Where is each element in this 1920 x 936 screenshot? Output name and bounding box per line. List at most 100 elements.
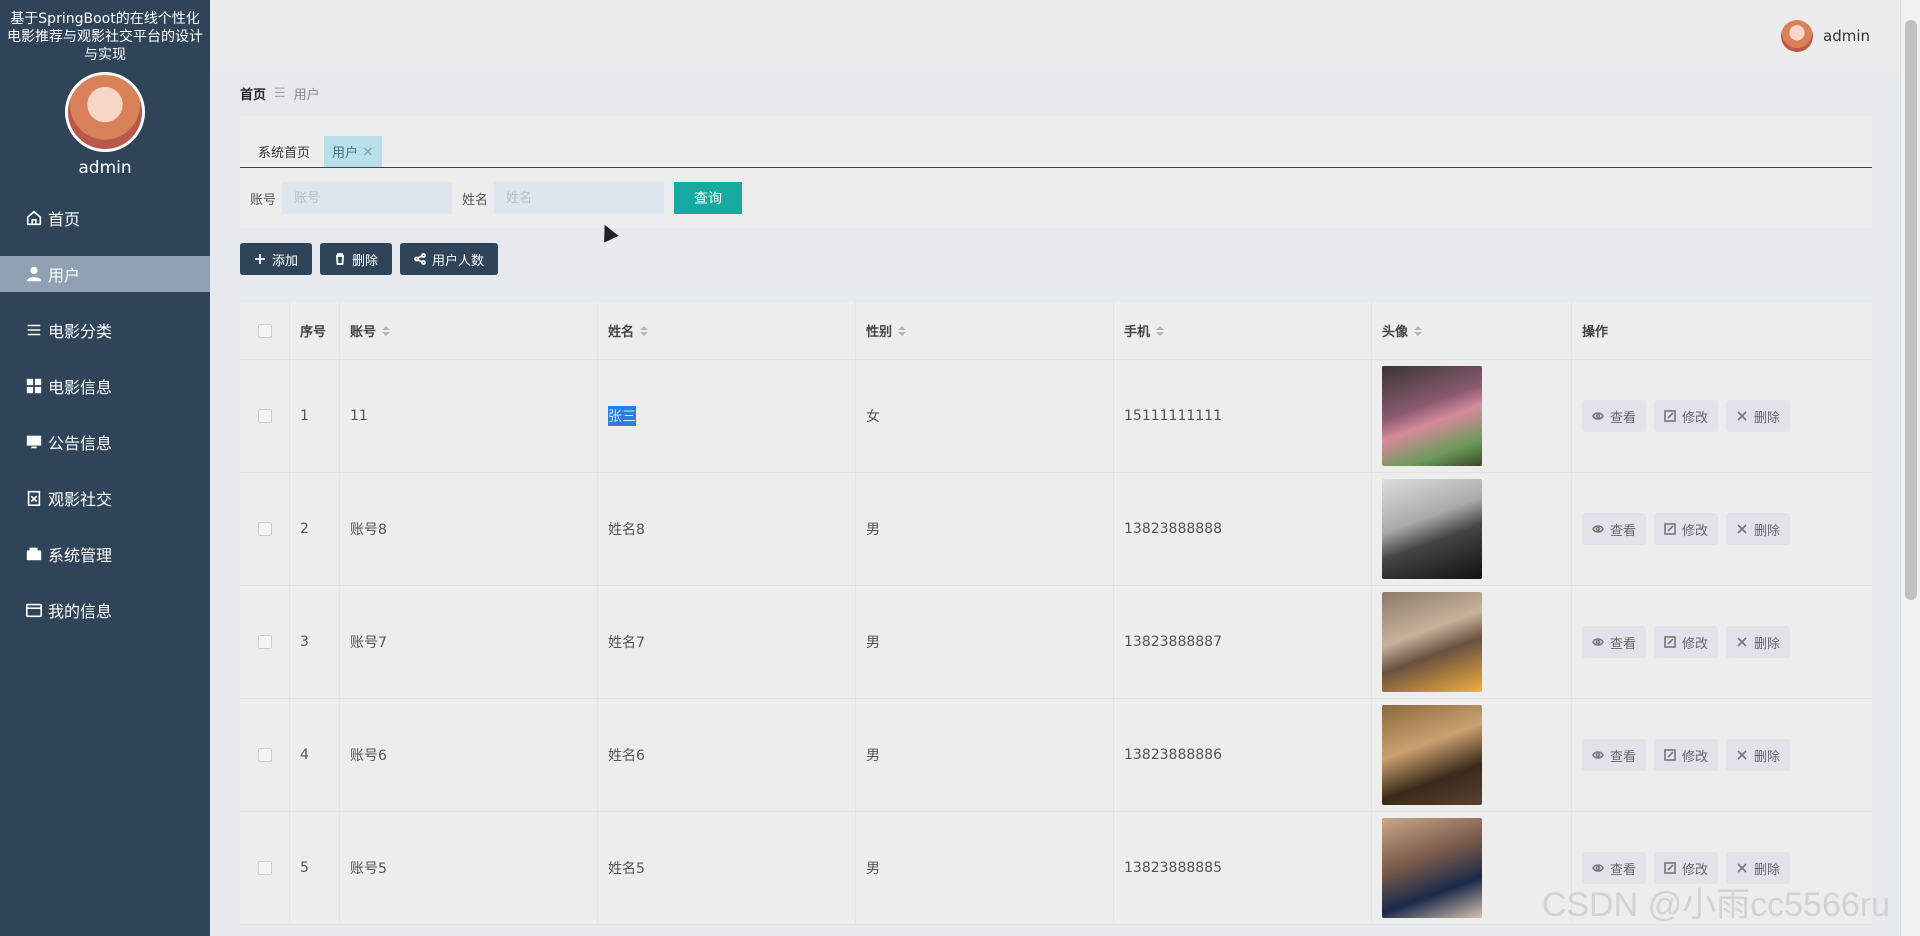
cell-phone: 13823888888 <box>1114 473 1372 585</box>
user-photo[interactable] <box>1382 366 1482 466</box>
cell-account: 账号8 <box>340 473 598 585</box>
edit-button[interactable]: 修改 <box>1654 739 1719 771</box>
user-photo[interactable] <box>1382 479 1482 579</box>
home-icon <box>24 208 44 228</box>
cell-phone: 13823888885 <box>1114 812 1372 924</box>
header-sex[interactable]: 性别 <box>856 302 1114 359</box>
account-input[interactable] <box>282 182 453 214</box>
breadcrumb: 首页 ☰ 用户 <box>240 84 320 103</box>
sidebar-item-social[interactable]: 观影社交 <box>0 480 210 516</box>
delete-button[interactable]: 删除 <box>320 243 393 275</box>
edit-label: 修改 <box>1682 749 1709 765</box>
header-phone[interactable]: 手机 <box>1114 302 1372 359</box>
header-account[interactable]: 账号 <box>340 302 598 359</box>
scrollbar-thumb[interactable] <box>1905 20 1917 600</box>
eye-icon <box>1592 525 1604 533</box>
row-select-cell <box>240 699 290 811</box>
row-select-cell <box>240 360 290 472</box>
edit-button[interactable]: 修改 <box>1654 400 1719 432</box>
cell-no: 5 <box>290 812 340 924</box>
sidebar-item-my-info[interactable]: 我的信息 <box>0 592 210 628</box>
sidebar-item-label: 电影分类 <box>48 322 113 341</box>
user-photo[interactable] <box>1382 818 1482 918</box>
scrollbar[interactable] <box>1900 0 1920 936</box>
user-photo[interactable] <box>1382 705 1482 805</box>
tab-user[interactable]: 用户 × <box>324 136 382 167</box>
delete-button-label: 删除 <box>352 253 379 269</box>
plus-icon <box>255 254 265 264</box>
user-count-button-label: 用户人数 <box>432 253 485 269</box>
view-button[interactable]: 查看 <box>1582 626 1647 658</box>
eye-icon <box>1592 864 1604 872</box>
delete-label: 删除 <box>1754 410 1781 426</box>
trash-icon <box>336 253 345 265</box>
sidebar-item-announcement[interactable]: 公告信息 <box>0 424 210 460</box>
sidebar-avatar <box>65 72 145 152</box>
cell-no: 4 <box>290 699 340 811</box>
row-delete-button[interactable]: 删除 <box>1726 739 1791 771</box>
query-button[interactable]: 查询 <box>674 182 743 214</box>
sidebar-item-movie-info[interactable]: 电影信息 <box>0 368 210 404</box>
sidebar-item-label: 电影信息 <box>48 378 113 397</box>
header-photo[interactable]: 头像 <box>1372 302 1572 359</box>
header-name[interactable]: 姓名 <box>598 302 856 359</box>
row-delete-button[interactable]: 删除 <box>1726 626 1791 658</box>
view-label: 查看 <box>1610 523 1637 539</box>
row-checkbox[interactable] <box>257 748 272 762</box>
edit-button[interactable]: 修改 <box>1654 626 1719 658</box>
watermark: CSDN @小雨cc5566ru <box>1541 886 1890 924</box>
breadcrumb-home[interactable]: 首页 <box>240 84 266 103</box>
sort-icon[interactable] <box>1156 325 1165 336</box>
cell-sex: 女 <box>856 360 1114 472</box>
sort-icon[interactable] <box>640 325 649 336</box>
delete-label: 删除 <box>1754 523 1781 539</box>
share-icon <box>414 253 426 265</box>
cell-actions: 查看 修改 删除 <box>1572 699 1872 811</box>
close-icon <box>1737 637 1747 647</box>
row-delete-button[interactable]: 删除 <box>1726 513 1791 545</box>
sidebar-item-system[interactable]: 系统管理 <box>0 536 210 572</box>
name-input[interactable] <box>494 182 665 214</box>
view-label: 查看 <box>1610 862 1637 878</box>
row-checkbox[interactable] <box>257 409 272 423</box>
sort-icon[interactable] <box>1414 325 1423 336</box>
row-checkbox[interactable] <box>257 522 272 536</box>
wallet-icon <box>24 544 44 564</box>
user-count-button[interactable]: 用户人数 <box>400 243 499 275</box>
monitor-icon <box>24 432 44 452</box>
header-username[interactable]: admin <box>1823 27 1870 45</box>
cell-photo <box>1372 360 1572 472</box>
cell-sex: 男 <box>856 586 1114 698</box>
sort-icon[interactable] <box>898 325 907 336</box>
sort-icon[interactable] <box>382 325 391 336</box>
view-button[interactable]: 查看 <box>1582 513 1647 545</box>
view-button[interactable]: 查看 <box>1582 739 1647 771</box>
tab-system-home[interactable]: 系统首页 <box>250 136 318 167</box>
sidebar-item-home[interactable]: 首页 <box>0 200 210 236</box>
row-delete-button[interactable]: 删除 <box>1726 400 1791 432</box>
add-button[interactable]: 添加 <box>240 243 313 275</box>
cell-no: 2 <box>290 473 340 585</box>
table-row: 4 账号6 姓名6 男 13823888886 查看 修改 删除 <box>240 699 1872 812</box>
select-all-checkbox[interactable] <box>257 323 272 338</box>
user-photo[interactable] <box>1382 592 1482 692</box>
view-button[interactable]: 查看 <box>1582 400 1647 432</box>
eye-icon <box>1592 638 1604 646</box>
close-icon <box>1737 524 1747 534</box>
row-checkbox[interactable] <box>257 861 272 875</box>
sidebar-item-movie-category[interactable]: 电影分类 <box>0 312 210 348</box>
view-label: 查看 <box>1610 636 1637 652</box>
cell-name-text: 张三 <box>608 406 636 426</box>
tab-bar: 系统首页 用户 × <box>240 136 1872 168</box>
delete-label: 删除 <box>1754 862 1781 878</box>
cell-name: 张三 <box>598 360 856 472</box>
cell-account: 11 <box>340 360 598 472</box>
close-icon[interactable]: × <box>362 144 374 160</box>
edit-button[interactable]: 修改 <box>1654 513 1719 545</box>
user-icon <box>24 264 44 284</box>
row-checkbox[interactable] <box>257 635 272 649</box>
close-icon <box>1737 411 1747 421</box>
row-select-cell <box>240 473 290 585</box>
header-avatar[interactable] <box>1781 20 1813 52</box>
sidebar-item-user[interactable]: 用户 <box>0 256 210 292</box>
